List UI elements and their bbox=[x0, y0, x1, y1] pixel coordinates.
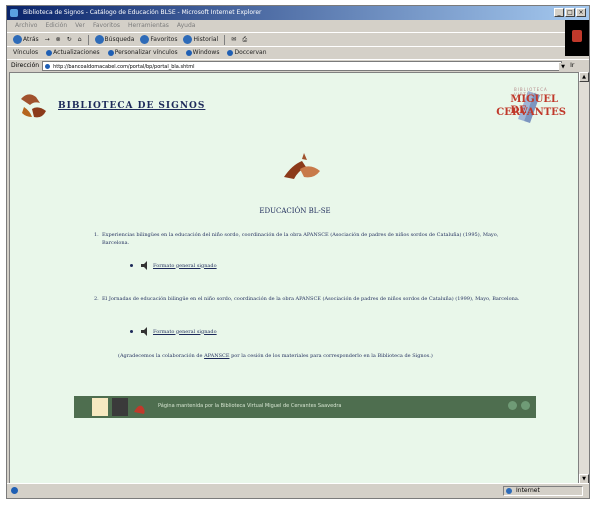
brand-bottom-text: CERVANTES bbox=[496, 107, 566, 118]
home-button[interactable]: ⌂ bbox=[78, 33, 82, 46]
history-icon bbox=[183, 35, 193, 44]
history-button[interactable]: Historial bbox=[183, 33, 218, 46]
toolbar-separator bbox=[224, 34, 226, 45]
acknowledgement-text: (Agradecemos la colaboración de APANSCE … bbox=[118, 353, 433, 359]
footer-bar: Página mantenida por la Biblioteca Virtu… bbox=[74, 396, 536, 418]
scroll-up-button[interactable]: ▲ bbox=[579, 72, 589, 82]
ie-link-icon bbox=[107, 49, 114, 56]
throbber bbox=[565, 20, 589, 56]
stop-button[interactable]: ⊗ bbox=[56, 33, 61, 46]
close-button[interactable]: × bbox=[576, 8, 586, 17]
list-item: 1. Experiencias bilingües en la educació… bbox=[94, 232, 499, 246]
address-dropdown-icon[interactable]: ▼ bbox=[559, 63, 568, 71]
ie-link-icon bbox=[227, 49, 234, 56]
link-actualizaciones[interactable]: Actualizaciones bbox=[46, 47, 100, 59]
back-arrow-icon bbox=[13, 35, 22, 44]
menu-edicion[interactable]: Edición bbox=[45, 20, 67, 32]
vertical-scrollbar[interactable]: ▲ ▼ bbox=[579, 72, 589, 484]
toolbar-separator bbox=[87, 34, 89, 45]
link-doccervan[interactable]: Doccervan bbox=[227, 47, 267, 59]
signing-hands-logo-icon bbox=[21, 94, 46, 118]
browser-window: Biblioteca de Signos - Catálogo de Educa… bbox=[6, 5, 590, 499]
page-loaded-icon bbox=[11, 487, 18, 494]
signed-format-link[interactable]: Formato general signado bbox=[130, 261, 217, 270]
windows-logo-icon bbox=[572, 30, 582, 42]
back-button[interactable]: Atrás bbox=[13, 33, 39, 46]
minimize-button[interactable]: _ bbox=[554, 8, 564, 17]
address-input[interactable]: http://bancoaldomacabel.com/portal/bp/po… bbox=[42, 61, 568, 71]
ie-icon bbox=[10, 9, 18, 17]
menu-herramientas[interactable]: Herramientas bbox=[128, 20, 169, 32]
favorites-button[interactable]: Favoritos bbox=[140, 33, 177, 46]
title-bar: Biblioteca de Signos - Catálogo de Educa… bbox=[7, 6, 589, 20]
home-page-icon[interactable] bbox=[92, 398, 108, 416]
search-button[interactable]: Búsqueda bbox=[94, 33, 134, 46]
ie-link-icon bbox=[46, 49, 53, 56]
links-bar: Vínculos Actualizaciones Personalizar ví… bbox=[7, 46, 589, 59]
go-button[interactable]: Ir bbox=[570, 60, 574, 72]
globe-icon bbox=[506, 488, 512, 494]
hand-sign-icon bbox=[141, 327, 147, 336]
list-item: 2. El Jornadas de educación bilingüe en … bbox=[94, 296, 520, 302]
address-bar: Dirección http://bancoaldomacabel.com/po… bbox=[7, 59, 589, 72]
link-windows[interactable]: Windows bbox=[185, 47, 219, 59]
email-icon[interactable] bbox=[508, 401, 517, 410]
signed-format-link[interactable]: Formato general signado bbox=[130, 327, 217, 336]
maximize-button[interactable]: □ bbox=[565, 8, 575, 17]
library-title[interactable]: BIBLIOTECA DE SIGNOS bbox=[58, 101, 205, 111]
ie-link-icon bbox=[185, 49, 192, 56]
signing-hand-footer-icon[interactable] bbox=[132, 398, 148, 416]
favorites-icon bbox=[140, 35, 150, 44]
security-zone: Internet bbox=[503, 486, 583, 496]
section-title: EDUCACIÓN BL-SE bbox=[259, 207, 331, 215]
hand-sign-icon bbox=[141, 261, 147, 270]
top-arrow-icon[interactable] bbox=[521, 401, 530, 410]
bullet bbox=[130, 264, 133, 267]
menu-ver[interactable]: Ver bbox=[75, 20, 85, 32]
bullet bbox=[130, 330, 133, 333]
signing-hands-icon bbox=[284, 153, 320, 179]
status-bar: Internet bbox=[7, 483, 589, 498]
search-icon bbox=[94, 35, 104, 44]
window-title: Biblioteca de Signos - Catálogo de Educa… bbox=[23, 9, 262, 16]
links-label: Vínculos bbox=[13, 49, 39, 56]
print-button[interactable]: ⎙ bbox=[242, 33, 247, 46]
standard-toolbar: Atrás → ⊗ ↻ ⌂ Búsqueda Favoritos Histori… bbox=[7, 32, 589, 46]
apansce-link[interactable]: APANSCE bbox=[204, 353, 229, 359]
menu-ayuda[interactable]: Ayuda bbox=[177, 20, 196, 32]
cervantes-logo[interactable]: BIBLIOTECA VIRTUAL MIGUEL DE CERVANTES bbox=[496, 81, 572, 125]
refresh-button[interactable]: ↻ bbox=[67, 33, 72, 46]
menu-favoritos[interactable]: Favoritos bbox=[93, 20, 120, 32]
footer-text: Página mantenida por la Biblioteca Virtu… bbox=[158, 403, 342, 409]
link-personalizar[interactable]: Personalizar vínculos bbox=[107, 47, 178, 59]
address-label: Dirección bbox=[11, 62, 40, 69]
menu-bar: Archivo Edición Ver Favoritos Herramient… bbox=[7, 20, 589, 56]
menu-archivo[interactable]: Archivo bbox=[15, 20, 37, 32]
page-content: BIBLIOTECA DE SIGNOS BIBLIOTECA VIRTUAL … bbox=[9, 72, 579, 484]
mail-button[interactable]: ✉ bbox=[231, 33, 236, 46]
forward-button[interactable]: → bbox=[45, 33, 50, 46]
directory-icon[interactable] bbox=[112, 398, 128, 416]
page-icon bbox=[45, 64, 51, 69]
